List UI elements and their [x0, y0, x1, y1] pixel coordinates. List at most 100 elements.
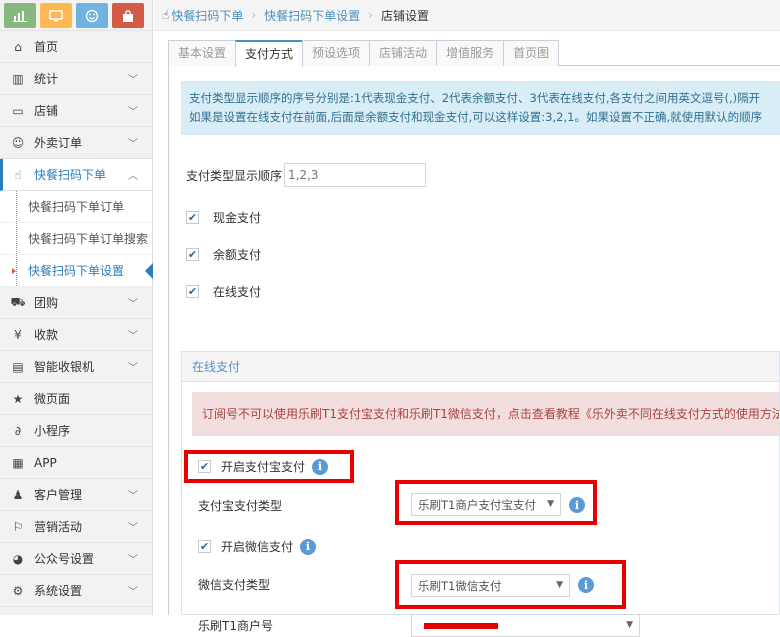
sidebar-subitem: 快餐扫码下单设置 [0, 255, 153, 287]
cart-icon: ⛟ [10, 294, 26, 309]
sidebar-subitem-link[interactable]: 快餐扫码下单订单 [0, 191, 152, 223]
sidebar-item-link[interactable]: ◕ 公众号设置 ﹀ [0, 543, 152, 575]
home-icon: ⌂ [14, 39, 22, 54]
sidebar-item-label: 团购 [34, 296, 59, 310]
tab-basic-settings[interactable]: 基本设置 [168, 40, 237, 66]
breadcrumb-separator: › [251, 8, 257, 22]
breadcrumb-link-2[interactable]: 快餐扫码下单设置 [264, 7, 360, 24]
chevron-down-icon: ﹀ [128, 139, 138, 150]
breadcrumb-link-1[interactable]: 快餐扫码下单 [171, 7, 243, 24]
sidebar-item-link[interactable]: ¥ 收款 ﹀ [0, 319, 152, 351]
alipay-type-select[interactable]: 乐刷T1商户支付宝支付 ▼ [411, 493, 561, 516]
sidebar-item-label: 快餐扫码下单 [34, 168, 107, 182]
sidebar-item: ▥ 统计 ﹀ [0, 63, 152, 95]
tab-homepage-images[interactable]: 首页图 [503, 40, 560, 66]
sidebar-item-label: 系统设置 [34, 584, 83, 598]
bag-icon[interactable] [112, 3, 144, 28]
sidebar-shortcuts [0, 0, 152, 31]
desktop-icon: ▭ [12, 103, 24, 118]
sidebar-item-link[interactable]: ⛟ 团购 ﹀ [0, 287, 152, 319]
sidebar-item-link[interactable]: ★ 微页面 [0, 383, 152, 415]
sidebar-item-label: 店铺 [34, 104, 59, 118]
sidebar-subitem: 快餐扫码下单订单搜索 [0, 223, 152, 255]
sidebar-item-label: 公众号设置 [34, 552, 95, 566]
online-payment-section: 在线支付 订阅号不可以使用乐刷T1支付宝支付和乐刷T1微信支付，点击查看教程《乐… [181, 351, 780, 637]
wechat-checkbox[interactable]: ✔ [198, 540, 211, 553]
sidebar-item-link[interactable]: ⚐ 营销活动 ﹀ [0, 511, 152, 543]
register-icon: ▤ [12, 359, 24, 374]
chevron-down-icon: ﹀ [128, 523, 138, 534]
alipay-checkbox[interactable]: ✔ [198, 460, 211, 473]
sidebar-item: ◕ 公众号设置 ﹀ [0, 543, 152, 575]
sidebar-item: ☺ 外卖订单 ﹀ [0, 127, 152, 159]
chevron-down-icon: ﹀ [128, 587, 138, 598]
sidebar-item-label: 客户管理 [34, 488, 83, 502]
chevron-down-icon: ﹀ [128, 75, 138, 86]
info-icon[interactable]: i [569, 497, 585, 513]
online-label: 在线支付 [213, 285, 262, 299]
wechat-type-select[interactable]: 乐刷T1微信支付 ▼ [411, 574, 570, 597]
sidebar-subitem-link[interactable]: 快餐扫码下单设置 [0, 255, 153, 287]
tab-value-added-services[interactable]: 增值服务 [436, 40, 505, 66]
info-icon[interactable]: i [578, 577, 594, 593]
chevron-down-icon: ﹀ [128, 107, 138, 118]
info-alert: 支付类型显示顺序的序号分别是:1代表现金支付、2代表余额支付、3代表在线支付,各… [181, 81, 780, 135]
sidebar-item-link[interactable]: ▥ 统计 ﹀ [0, 63, 152, 95]
content: 基本设置 支付方式 预设选项 店铺活动 增值服务 首页图 支付类型显示顺序的序号… [168, 40, 780, 637]
sidebar-item: ⚐ 营销活动 ﹀ [0, 511, 152, 543]
smile-icon[interactable] [76, 3, 108, 28]
online-section-header: 在线支付 [182, 352, 779, 382]
sidebar-item-link[interactable]: ▭ 店铺 ﹀ [0, 95, 152, 127]
yen-icon: ¥ [14, 327, 22, 342]
online-checkbox[interactable]: ✔ [186, 285, 199, 298]
sidebar-item: ▭ 店铺 ﹀ [0, 95, 152, 127]
grid-icon: ▦ [12, 455, 24, 470]
hand-pointer-icon: ☝ [14, 167, 22, 182]
sidebar-item: ▤ 智能收银机 ﹀ [0, 351, 152, 383]
sidebar-subitem: 快餐扫码下单订单 [0, 191, 152, 223]
balance-checkbox[interactable]: ✔ [186, 248, 199, 261]
info-icon[interactable]: i [312, 458, 329, 475]
info-line-2: 如果是设置在线支付在前面,后面是余额支付和现金支付,可以这样设置:3,2,1。如… [189, 110, 763, 124]
sidebar-item: ⚙ 系统设置 ﹀ [0, 575, 152, 607]
tab-store-activities[interactable]: 店铺活动 [369, 40, 438, 66]
sidebar-item-link[interactable]: ∂ 小程序 [0, 415, 152, 447]
payment-panel: 支付类型显示顺序的序号分别是:1代表现金支付、2代表余额支付、3代表在线支付,各… [168, 66, 780, 637]
merchant-id-label: 乐刷T1商户号 [198, 619, 273, 633]
chevron-down-icon: ﹀ [128, 491, 138, 502]
balance-label: 余额支付 [213, 248, 262, 262]
tab-preset-options[interactable]: 预设选项 [302, 40, 371, 66]
sidebar-item-link[interactable]: ⚙ 系统设置 ﹀ [0, 575, 152, 607]
alipay-enable-label: 开启支付宝支付 [221, 460, 306, 474]
online-row: ✔ 在线支付 [186, 283, 261, 300]
sidebar-subitem-link[interactable]: 快餐扫码下单订单搜索 [0, 223, 152, 255]
sidebar-item-link[interactable]: ▦ APP [0, 447, 152, 479]
info-icon[interactable]: i [300, 538, 317, 555]
sidebar-item-label: 智能收银机 [34, 360, 95, 374]
sidebar-item-link[interactable]: ☝ 快餐扫码下单 ︿ [0, 159, 152, 191]
flag-icon: ⚐ [12, 519, 24, 534]
tab-payment-methods[interactable]: 支付方式 [235, 40, 304, 67]
online-warning[interactable]: 订阅号不可以使用乐刷T1支付宝支付和乐刷T1微信支付，点击查看教程《乐外卖不同在… [192, 392, 779, 436]
sidebar-item-label: 小程序 [34, 424, 71, 438]
sidebar-item-link[interactable]: ▤ 智能收银机 ﹀ [0, 351, 152, 383]
merchant-id-select[interactable]: ▼ [411, 614, 640, 637]
chevron-down-icon: ﹀ [128, 363, 138, 374]
chart-icon[interactable] [4, 3, 36, 28]
sidebar-item-link[interactable]: ☺ 外卖订单 ﹀ [0, 127, 152, 159]
order-row: 支付类型显示顺序 [186, 163, 427, 187]
wechat-type-value: 乐刷T1微信支付 [418, 578, 502, 593]
bar-chart-icon: ▥ [12, 71, 24, 86]
sidebar-subitem-label: 快餐扫码下单订单搜索 [28, 232, 149, 246]
sidebar-item-label: 收款 [34, 328, 59, 342]
monitor-icon[interactable] [40, 3, 72, 28]
sidebar-item: ⛟ 团购 ﹀ [0, 287, 152, 319]
order-input[interactable] [284, 163, 427, 187]
sidebar-item-label: 首页 [34, 40, 59, 54]
cash-checkbox[interactable]: ✔ [186, 211, 199, 224]
hand-pointer-icon: ☝ [162, 8, 170, 22]
alipay-type-label: 支付宝支付类型 [198, 499, 283, 513]
sidebar-item-link[interactable]: ⌂ 首页 [0, 31, 152, 63]
sidebar-item-link[interactable]: ♟ 客户管理 ﹀ [0, 479, 152, 511]
wechat-enable-label: 开启微信支付 [221, 540, 294, 554]
